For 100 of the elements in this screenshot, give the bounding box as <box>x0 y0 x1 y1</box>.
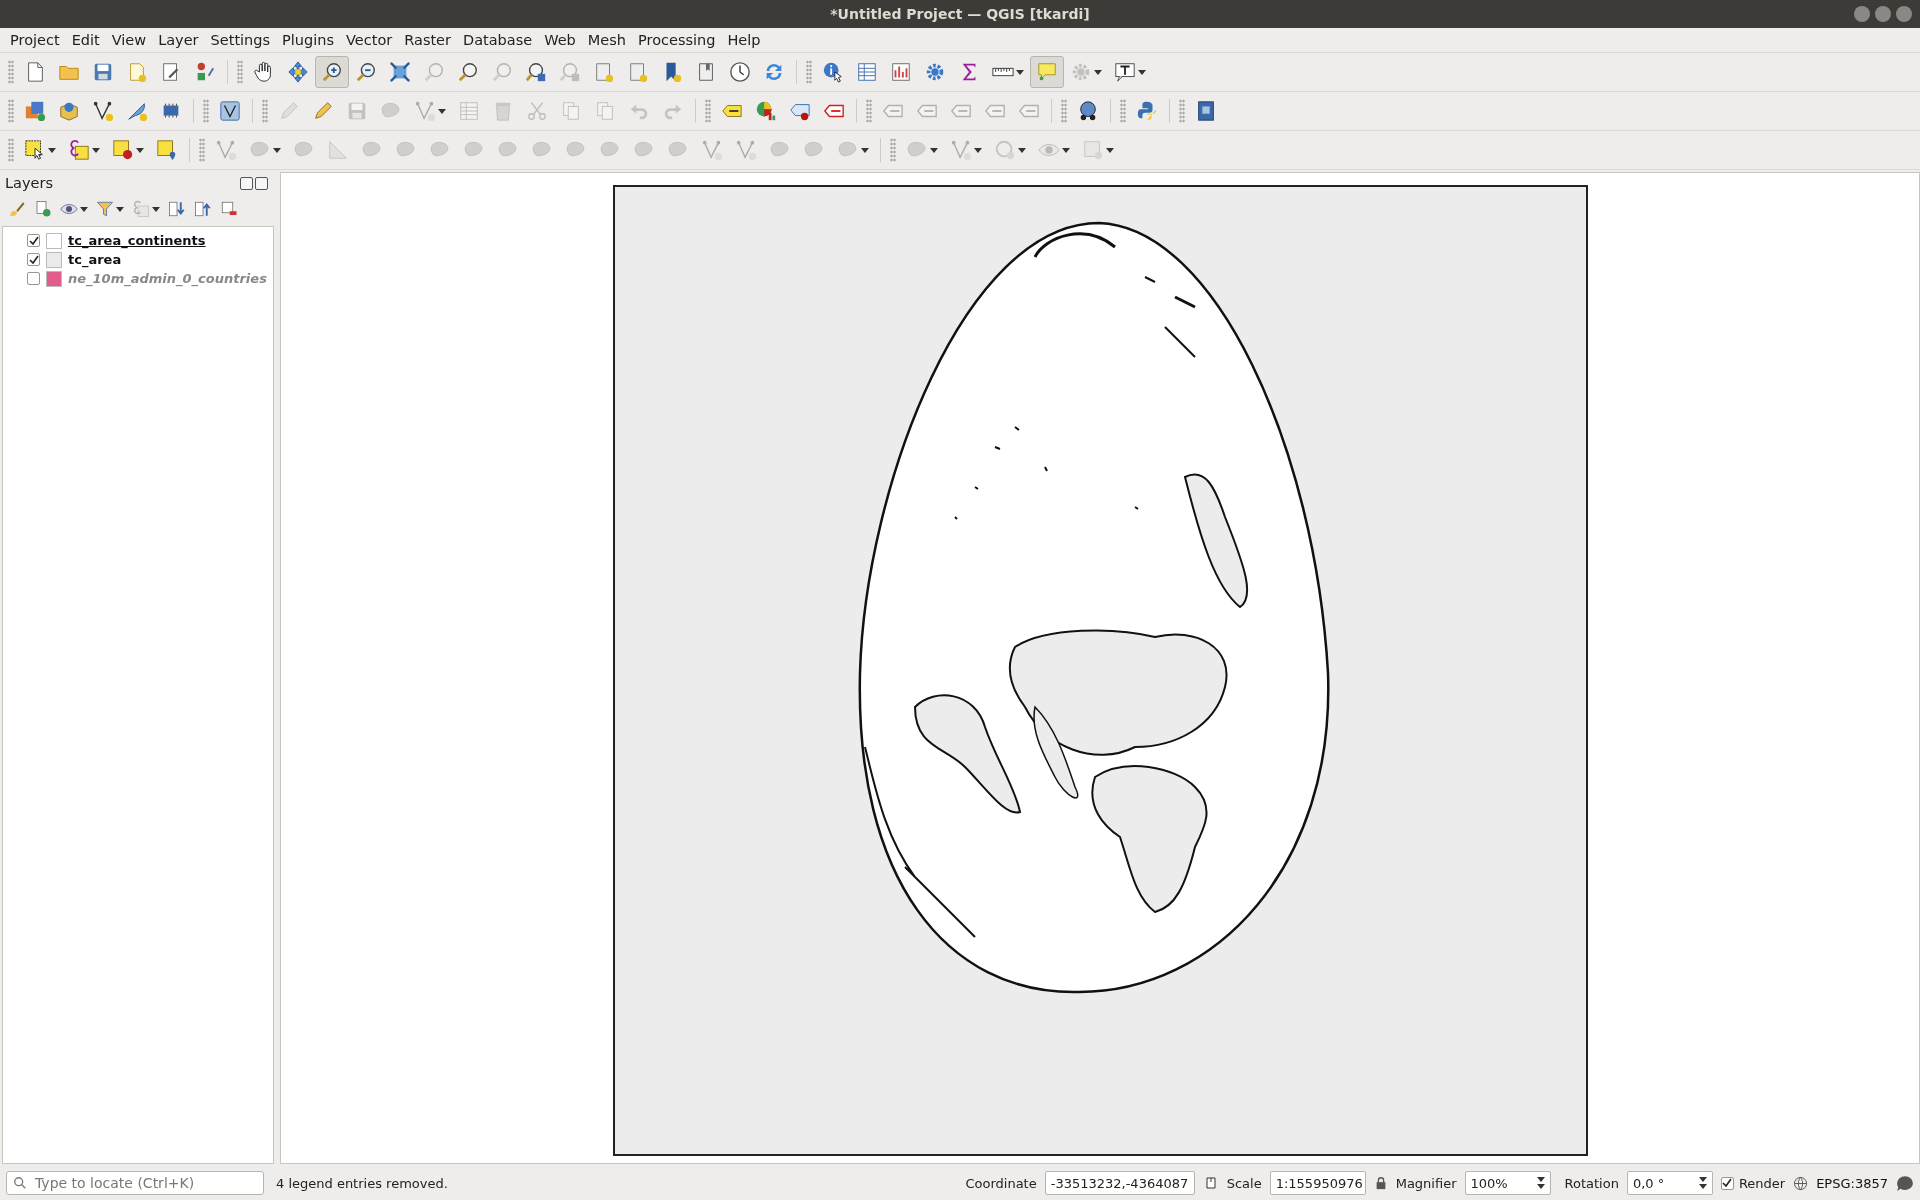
deselect-icon <box>112 139 134 161</box>
caret-icon <box>438 108 446 114</box>
menu-item[interactable]: Processing <box>632 30 722 50</box>
clock-icon <box>729 61 751 83</box>
table-icon <box>458 100 480 122</box>
panel-title: Layers <box>5 175 53 191</box>
close-button[interactable] <box>1896 6 1912 22</box>
close-panel-button[interactable] <box>255 176 268 190</box>
copy-icon <box>594 100 616 122</box>
four-arrows-icon <box>287 61 309 83</box>
expand-all-icon <box>168 200 186 218</box>
vertex-icon <box>735 139 757 161</box>
identify-cursor-icon <box>822 61 844 83</box>
magnifier-icon <box>559 61 581 83</box>
menu-item[interactable]: Vector <box>340 30 399 50</box>
layer-checkbox[interactable] <box>27 234 40 247</box>
feather-icon <box>126 100 148 122</box>
zoom-out-icon <box>355 61 377 83</box>
locator-field[interactable]: Type to locate (Ctrl+K) <box>6 1171 264 1195</box>
menu-item[interactable]: View <box>105 30 153 50</box>
caret-icon <box>1018 147 1026 153</box>
filter-icon <box>96 200 114 218</box>
binoculars-icon <box>1077 100 1099 122</box>
menu-item[interactable]: Raster <box>398 30 457 50</box>
page-icon <box>627 61 649 83</box>
magnifier-icon <box>423 61 445 83</box>
menu-item[interactable]: Plugins <box>276 30 340 50</box>
magnifier-label: Magnifier <box>1395 1175 1457 1191</box>
minimize-button[interactable] <box>1854 6 1870 22</box>
magnifier-icon <box>525 61 547 83</box>
python-icon <box>1136 100 1158 122</box>
help-book-icon <box>1195 100 1217 122</box>
layer-name[interactable]: tc_area_continents <box>68 233 206 248</box>
vertex-icon <box>701 139 723 161</box>
vertex-box-icon <box>219 100 241 122</box>
vertex-icon <box>215 139 237 161</box>
menu-item[interactable]: Project <box>4 30 66 50</box>
settings-icon <box>924 61 946 83</box>
caret-icon <box>80 206 88 212</box>
zoom-in-icon <box>321 61 343 83</box>
menu-item[interactable]: Web <box>538 30 582 50</box>
menu-item[interactable]: Mesh <box>581 30 632 50</box>
caret-icon <box>930 147 938 153</box>
magnifier-icon <box>457 61 479 83</box>
caret-icon <box>1138 69 1146 75</box>
layer-name[interactable]: tc_area <box>68 252 122 267</box>
pencil-icon <box>312 100 334 122</box>
render-checkbox[interactable] <box>1720 1176 1734 1190</box>
caret-icon <box>273 147 281 153</box>
menu-item[interactable]: Settings <box>204 30 277 50</box>
search-icon <box>13 1176 27 1190</box>
settings-icon <box>1070 61 1092 83</box>
table-icon <box>856 61 878 83</box>
rotation-field[interactable]: 0,0 ° <box>1626 1171 1713 1195</box>
layer-checkbox[interactable] <box>27 253 40 266</box>
brush-icon <box>8 200 26 218</box>
caret-icon <box>861 147 869 153</box>
pie-chart-icon <box>755 100 777 122</box>
toolbar-button[interactable] <box>315 56 349 88</box>
float-panel-button[interactable] <box>240 176 253 190</box>
circle-icon <box>994 139 1016 161</box>
menu-item[interactable]: Help <box>721 30 767 50</box>
selection-icon <box>24 139 46 161</box>
square-icon <box>1082 139 1104 161</box>
render-label: Render <box>1738 1175 1786 1191</box>
page-icon <box>593 61 615 83</box>
add-group-icon <box>34 200 52 218</box>
menu-item[interactable]: Database <box>457 30 539 50</box>
cube-icon <box>58 100 80 122</box>
speech-bubble-icon <box>1036 61 1058 83</box>
rotation-label: Rotation <box>1564 1175 1619 1191</box>
caret-icon <box>92 147 100 153</box>
expand-arrows-icon <box>389 61 411 83</box>
select-by-location-icon <box>156 139 178 161</box>
crs-button[interactable]: EPSG:3857 <box>1816 1175 1888 1191</box>
vertex-icon <box>414 100 436 122</box>
coordinate-field[interactable]: -33513232,-4364087 <box>1044 1171 1195 1195</box>
pencil-icon <box>278 100 300 122</box>
menu-item[interactable]: Edit <box>65 30 106 50</box>
vertex-icon <box>92 100 114 122</box>
messages-icon[interactable] <box>1896 1174 1914 1192</box>
vertex-icon <box>950 139 972 161</box>
caret-icon <box>116 206 124 212</box>
caret-icon <box>974 147 982 153</box>
caret-icon <box>48 147 56 153</box>
layers-icon <box>24 100 46 122</box>
remove-layer-icon <box>220 200 238 218</box>
status-message: 4 legend entries removed. <box>276 1175 448 1191</box>
window-title: *Untitled Project — QGIS [tkardi] <box>830 6 1090 22</box>
scissors-icon <box>526 100 548 122</box>
scale-label: Scale <box>1226 1175 1262 1191</box>
caret-icon <box>136 147 144 153</box>
magnifier-field[interactable]: 100% <box>1464 1171 1551 1195</box>
scale-field[interactable]: 1:155950976 <box>1269 1171 1366 1195</box>
layer-name[interactable]: ne_10m_admin_0_countries <box>68 271 267 286</box>
menu-item[interactable]: Layer <box>152 30 205 50</box>
expression-select-icon <box>132 200 150 218</box>
collapse-all-icon <box>194 200 212 218</box>
maximize-button[interactable] <box>1875 6 1891 22</box>
layer-checkbox[interactable] <box>27 272 40 285</box>
